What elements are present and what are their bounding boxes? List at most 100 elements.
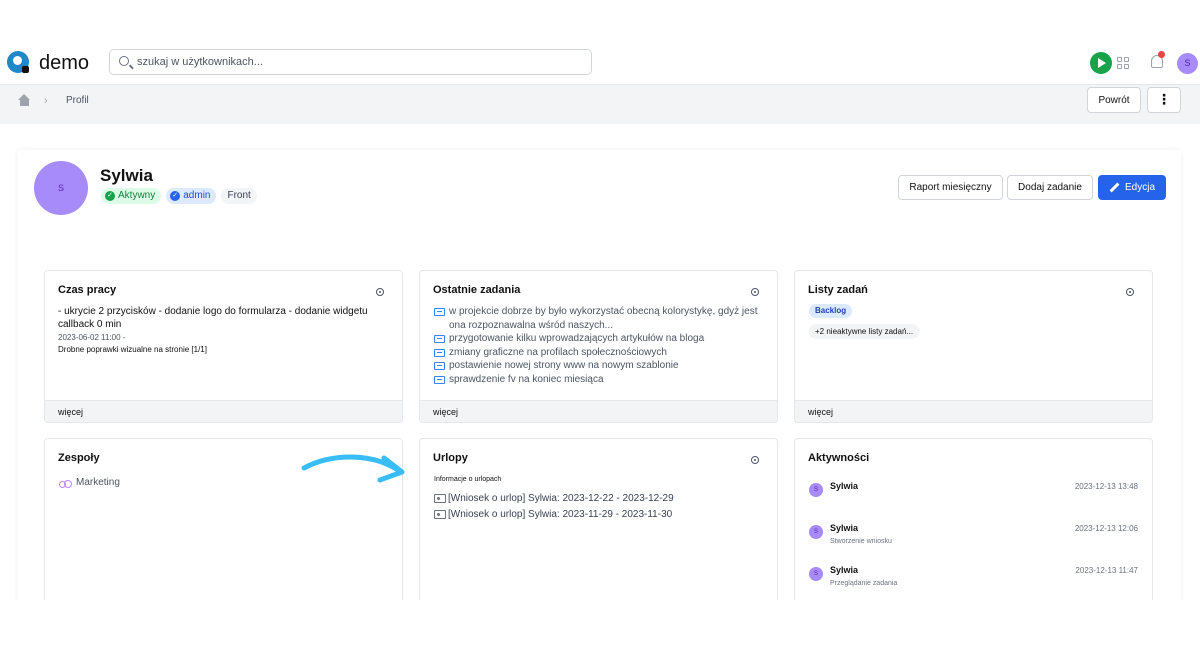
team-item[interactable]: Marketing — [59, 477, 120, 488]
more-link[interactable]: więcej — [433, 407, 458, 417]
task-label: zmiany graficzne na profilach społecznoś… — [449, 346, 667, 358]
page: demo S › Profil Powrót ⋮ S Sylwia ✓ Akty… — [0, 0, 1200, 648]
edit-button-label: Edycja — [1124, 182, 1155, 193]
breadcrumb-bar: › Profil Powrót ⋮ — [0, 85, 1200, 124]
list-item[interactable]: postawienie nowej strony www na nowym sz… — [434, 359, 764, 373]
team-badge-label: Front — [227, 190, 251, 201]
team-badge: Front — [221, 188, 257, 204]
card-title: Urlopy — [433, 452, 468, 464]
activities-card: Aktywności S Sylwia 2023-12-13 13:48 S S… — [794, 438, 1153, 618]
breadcrumb-current: Profil — [66, 95, 89, 106]
card-footer: więcej — [795, 400, 1152, 422]
card-title: Listy zadań — [808, 284, 868, 296]
top-bar: demo S — [0, 40, 1200, 85]
edit-button[interactable]: Edycja — [1098, 175, 1166, 200]
task-list: w projekcie dobrze by było wykorzystać o… — [434, 305, 764, 386]
work-time-card: Czas pracy - ukrycie 2 przycisków - doda… — [44, 270, 403, 423]
task-icon — [434, 348, 445, 357]
task-icon — [434, 375, 445, 384]
task-label: w projekcie dobrze by było wykorzystać o… — [449, 306, 758, 331]
task-label: postawienie nowej strony www na nowym sz… — [449, 360, 679, 371]
leave-label: [Wniosek o urlop] Sylwia: 2023-12-22 - 2… — [448, 492, 674, 504]
pencil-icon — [1109, 183, 1119, 193]
task-lists-card: Listy zadań Backlog +2 nieaktywne listy … — [794, 270, 1153, 423]
role-badge: ✓ admin — [166, 188, 217, 204]
check-circle-icon: ✓ — [170, 191, 181, 201]
search-icon — [119, 56, 129, 66]
activity-time: 2023-12-13 11:47 — [1075, 566, 1138, 575]
settings-icon[interactable] — [1126, 288, 1134, 296]
more-link[interactable]: więcej — [808, 407, 833, 417]
user-avatar[interactable]: S — [1177, 53, 1198, 74]
play-icon[interactable] — [1090, 52, 1112, 74]
activity-user: Sylwia — [830, 523, 859, 533]
settings-icon[interactable] — [751, 456, 759, 464]
card-footer: więcej — [420, 400, 777, 422]
profile-name: Sylwia — [100, 166, 153, 185]
status-badge: ✓ Aktywny — [101, 188, 162, 204]
activity-item[interactable]: S Sylwia Przeglądanie zadania 2023-12-13… — [809, 563, 1144, 605]
notification-badge — [1158, 51, 1165, 58]
task-label: sprawdzenie fv na koniec miesiąca — [449, 373, 604, 385]
bottom-fade — [0, 600, 1200, 648]
home-icon[interactable] — [18, 94, 31, 106]
apps-grid-icon[interactable] — [1117, 57, 1129, 69]
activity-user: Sylwia — [830, 481, 859, 491]
add-task-button[interactable]: Dodaj zadanie — [1007, 175, 1093, 200]
search-box[interactable] — [109, 49, 592, 75]
settings-icon[interactable] — [751, 288, 759, 296]
arrow-icon — [301, 454, 405, 483]
leaves-subtitle: Informacje o urlopach — [434, 476, 502, 483]
activity-time: 2023-12-13 12:06 — [1074, 524, 1138, 533]
leave-icon — [434, 493, 446, 503]
leave-label: [Wniosek o urlop] Sylwia: 2023-11-29 - 2… — [448, 508, 673, 520]
team-label: Marketing — [76, 477, 120, 488]
list-item[interactable]: [Wniosek o urlop] Sylwia: 2023-12-22 - 2… — [434, 490, 674, 506]
card-title: Ostatnie zadania — [433, 284, 521, 296]
more-link[interactable]: więcej — [58, 407, 83, 417]
list-item[interactable]: przygotowanie kilku wprowadzających arty… — [434, 332, 764, 346]
activity-desc: Przeglądanie zadania — [830, 580, 898, 587]
logo-icon-tail — [22, 66, 29, 73]
task-icon — [434, 362, 445, 370]
back-button[interactable]: Powrót — [1087, 87, 1141, 113]
role-badge-label: admin — [183, 190, 211, 201]
settings-icon[interactable] — [376, 288, 384, 296]
avatar: S — [809, 483, 823, 497]
profile-panel: S Sylwia ✓ Aktywny ✓ admin Front Raport … — [18, 150, 1181, 618]
list-item[interactable]: sprawdzenie fv na koniec miesiąca — [434, 373, 764, 387]
recent-tasks-card: Ostatnie zadania w projekcie dobrze by b… — [419, 270, 778, 423]
monthly-report-button[interactable]: Raport miesięczny — [898, 175, 1003, 200]
work-entry-task[interactable]: Drobne poprawki wizualne na stronie [1/1… — [58, 345, 207, 354]
activity-list: S Sylwia 2023-12-13 13:48 S Sylwia Stwor… — [809, 479, 1144, 605]
leaves-card: Urlopy Informacje o urlopach [Wniosek o … — [419, 438, 778, 618]
card-footer: więcej — [45, 400, 402, 422]
task-icon — [434, 335, 445, 343]
profile-avatar: S — [34, 161, 88, 215]
inactive-lists-badge[interactable]: +2 nieaktywne listy zadań... — [809, 324, 920, 339]
status-badge-label: Aktywny — [118, 190, 156, 201]
search-input[interactable] — [137, 53, 577, 71]
card-title: Czas pracy — [58, 284, 117, 296]
brand-name[interactable]: demo — [39, 52, 89, 75]
chevron-right-icon: › — [44, 95, 48, 107]
leave-list: [Wniosek o urlop] Sylwia: 2023-12-22 - 2… — [434, 490, 674, 522]
check-circle-icon: ✓ — [105, 191, 115, 201]
task-label: przygotowanie kilku wprowadzających arty… — [449, 333, 705, 344]
people-icon — [59, 479, 72, 488]
activity-item[interactable]: S Sylwia Stworzenie wniosku 2023-12-13 1… — [809, 521, 1144, 563]
work-entry-text: - ukrycie 2 przycisków - dodanie logo do… — [58, 306, 368, 330]
avatar: S — [809, 567, 823, 581]
activity-user: Sylwia — [830, 565, 859, 575]
list-item[interactable]: [Wniosek o urlop] Sylwia: 2023-11-29 - 2… — [434, 506, 674, 522]
avatar: S — [809, 525, 823, 539]
card-title: Aktywności — [808, 452, 870, 464]
card-title: Zespoły — [58, 452, 100, 464]
list-item[interactable]: w projekcie dobrze by było wykorzystać o… — [434, 305, 764, 332]
list-item[interactable]: zmiany graficzne na profilach społecznoś… — [434, 346, 764, 360]
more-options-button[interactable]: ⋮ — [1147, 87, 1181, 113]
task-icon — [434, 308, 445, 316]
activity-item[interactable]: S Sylwia 2023-12-13 13:48 — [809, 479, 1144, 521]
profile-badges: ✓ Aktywny ✓ admin Front — [101, 188, 257, 204]
backlog-badge[interactable]: Backlog — [809, 304, 853, 318]
